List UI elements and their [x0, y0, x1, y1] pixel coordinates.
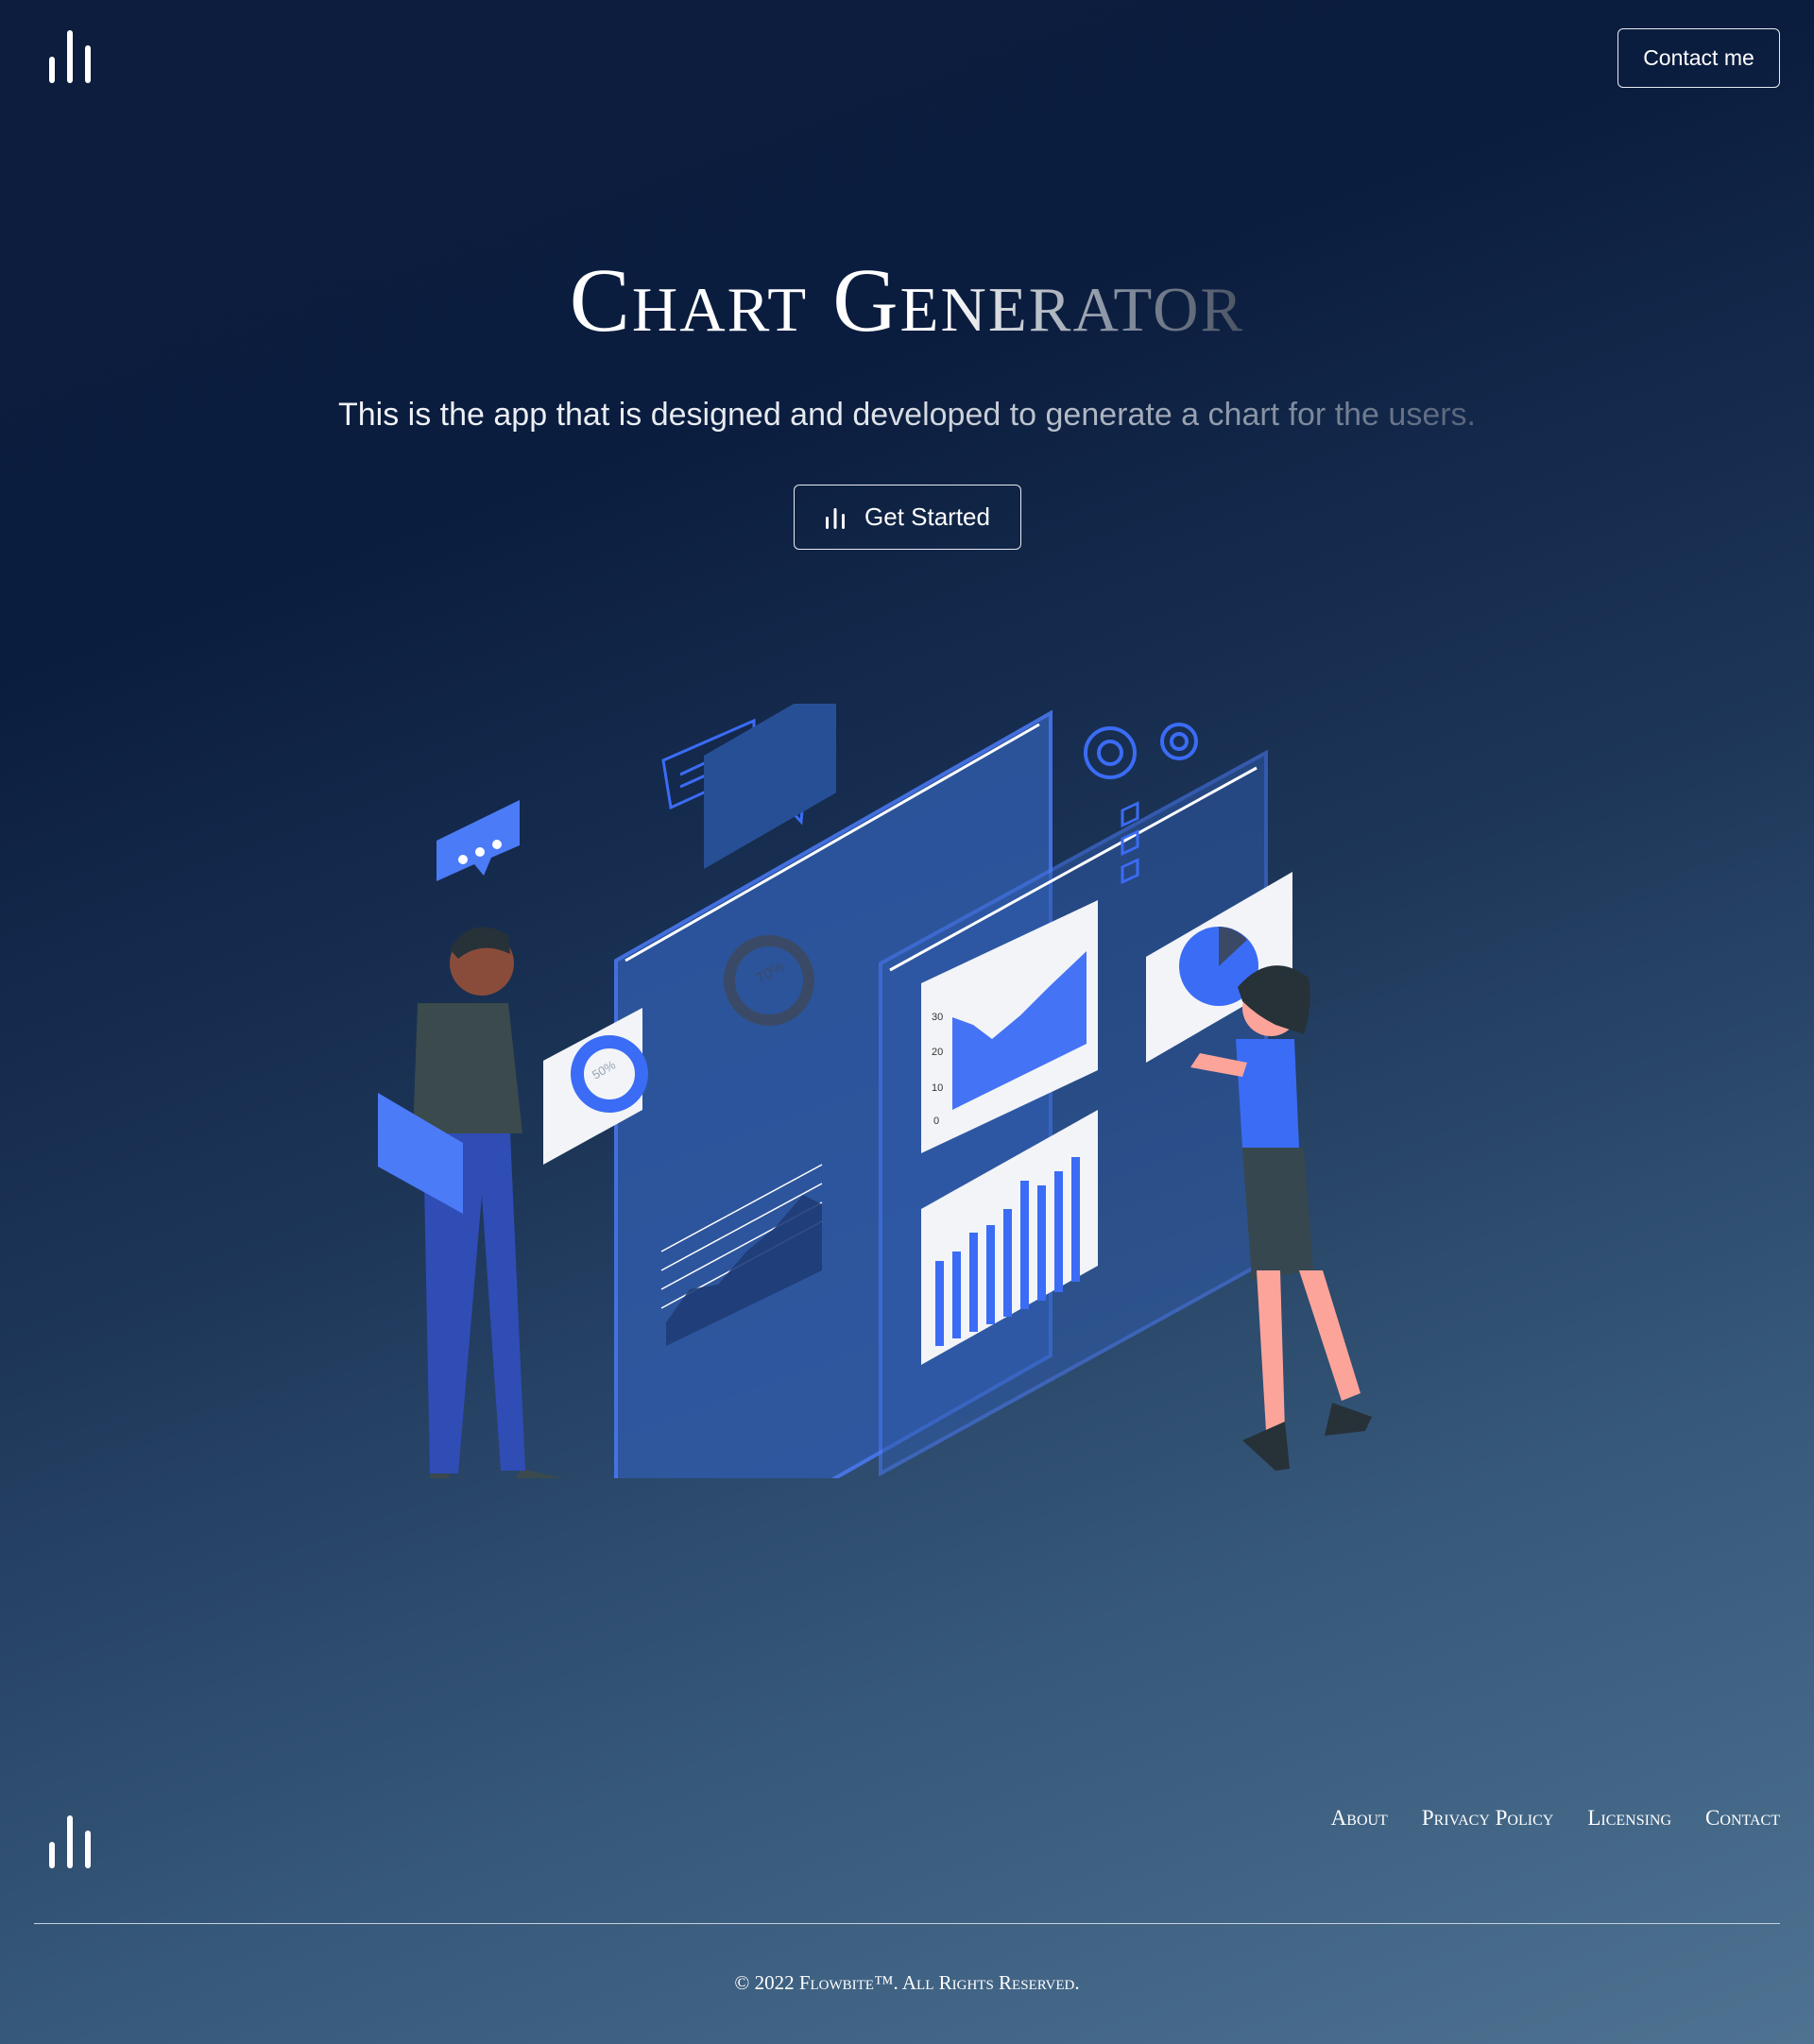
contact-me-button[interactable]: Contact me [1617, 28, 1780, 88]
axis-label-30: 30 [932, 1012, 943, 1023]
footer-link-about[interactable]: About [1331, 1806, 1388, 1831]
footer-nav: About Privacy Policy Licensing Contact [1331, 1806, 1780, 1831]
speech-bubble-icon [436, 800, 520, 881]
header-logo-icon[interactable] [47, 28, 93, 85]
hero-title-wrap: Chart Generator [0, 247, 1814, 352]
footer-link-contact[interactable]: Contact [1705, 1806, 1780, 1831]
footer-divider [34, 1923, 1780, 1924]
axis-label-0: 0 [933, 1116, 939, 1127]
footer-link-licensing[interactable]: Licensing [1587, 1806, 1671, 1831]
hero-subtitle: This is the app that is designed and dev… [338, 397, 1476, 433]
axis-label-10: 10 [932, 1082, 943, 1094]
get-started-button[interactable]: Get Started [794, 485, 1021, 550]
axis-label-20: 20 [932, 1047, 943, 1058]
copyright-text: © 2022 Flowbite™. All Rights Reserved. [734, 1971, 1080, 1994]
bar-chart-icon [825, 506, 846, 529]
gear-icon [1084, 723, 1198, 779]
get-started-label: Get Started [864, 502, 990, 531]
footer-link-privacy-policy[interactable]: Privacy Policy [1422, 1806, 1554, 1831]
hero-subtitle-wrap: This is the app that is designed and dev… [0, 397, 1814, 434]
man-figure [378, 927, 563, 1495]
footer-logo-icon[interactable] [47, 1814, 93, 1870]
hero-title: Chart Generator [569, 249, 1245, 350]
hero-illustration: 70% 50% 30 20 10 0 [368, 507, 1436, 1607]
